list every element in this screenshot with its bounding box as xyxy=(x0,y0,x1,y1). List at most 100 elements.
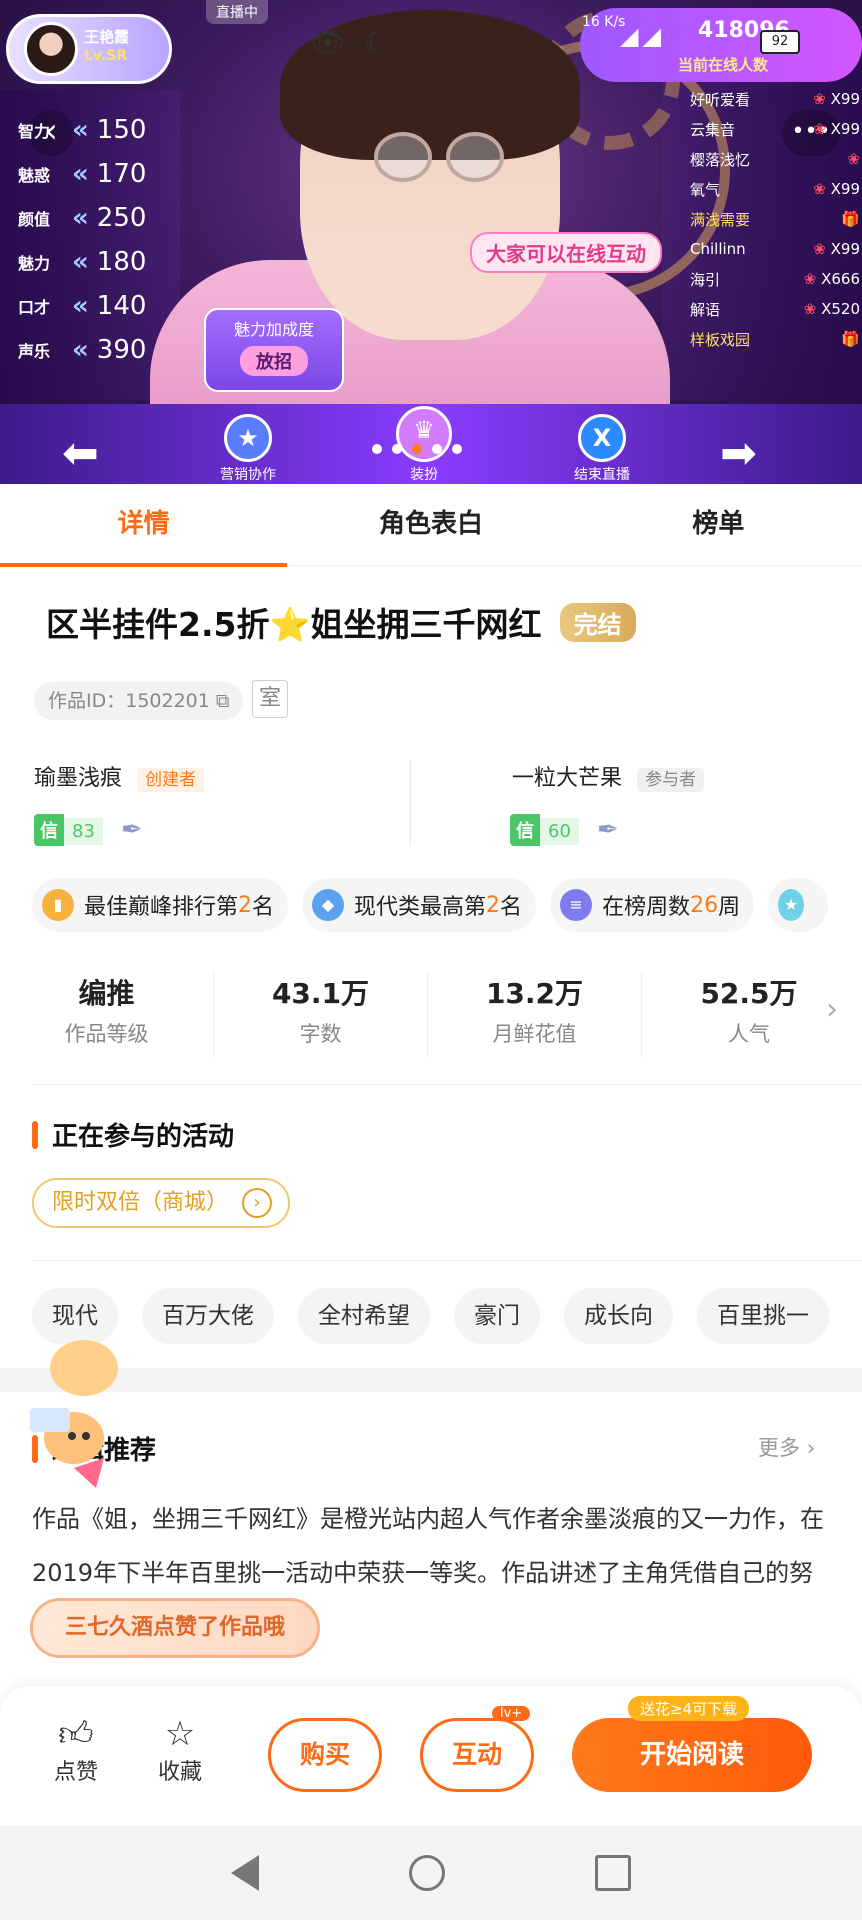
chevron-icon: « xyxy=(72,291,89,321)
star-icon: ★ xyxy=(224,414,272,462)
gift-row: 好听爱看 ❀ X99 xyxy=(690,90,860,109)
achievement-weeks-on-chart[interactable]: ≡ 在榜周数 26 周 xyxy=(550,878,755,932)
gift-row: 海引 ❀ X666 xyxy=(690,270,860,289)
signal-icon: ◢◢ xyxy=(620,22,665,50)
collect-button[interactable]: ☆ 收藏 xyxy=(140,1714,220,1786)
gift-row: 满浅需要 🎁 xyxy=(690,210,860,229)
skill-button[interactable]: 放招 xyxy=(240,346,308,376)
tag-row: 现代 百万大佬 全村希望 豪门 成长向 百里挑一 xyxy=(32,1288,829,1344)
role-tag: 参与者 xyxy=(637,768,705,792)
nav-home-icon[interactable] xyxy=(409,1855,445,1891)
battery-icon: 92 xyxy=(760,30,800,54)
room-icon[interactable]: 室 xyxy=(252,680,288,718)
metrics-row: 编推 作品等级 43.1万 字数 13.2万 月鲜花值 52.5万 人气 xyxy=(0,972,862,1058)
gift-row: Chillinn ❀ X99 xyxy=(690,240,860,258)
start-reading-button[interactable]: 开始阅读 xyxy=(572,1718,812,1792)
metric-word-count: 43.1万 字数 xyxy=(214,972,428,1058)
quill-icon: ✒ xyxy=(120,815,143,845)
rank-banner: 当前在线人数 xyxy=(678,56,769,74)
author-creator[interactable]: 瑜墨浅痕 创建者 xyxy=(34,760,205,792)
star-outline-icon: ☆ xyxy=(164,1714,196,1754)
rose-icon: ❀ xyxy=(813,180,826,198)
chevron-icon: « xyxy=(72,203,89,233)
gift-list: 好听爱看 ❀ X99 云集音 ❀ X99 樱落浅忆 ❀ 氧气 ❀ X99 满浅需要 🎁 C… xyxy=(690,84,860,354)
stat-row: 智力 «150 xyxy=(18,115,147,145)
glasses-left xyxy=(374,132,432,182)
rose-icon: ❀ xyxy=(813,90,826,108)
chevron-icon: « xyxy=(72,335,89,365)
credit-badge: 信 83 xyxy=(34,814,103,846)
arrow-left-icon[interactable]: ⬅ xyxy=(62,428,99,479)
promo-button[interactable]: ★ 营销协作 xyxy=(198,414,298,484)
divider xyxy=(32,1084,862,1085)
stat-row: 魅力 «180 xyxy=(18,247,147,277)
metric-monthly-flowers: 13.2万 月鲜花值 xyxy=(428,972,642,1058)
copy-icon[interactable]: ⧉ xyxy=(216,690,230,712)
tab-ranking[interactable]: 榜单 xyxy=(575,484,862,565)
banner-pager xyxy=(372,444,462,454)
activity-item[interactable]: 限时双倍（商城） › xyxy=(32,1178,291,1228)
achievement-more[interactable]: ★ xyxy=(768,878,829,932)
stat-row: 声乐 «390 xyxy=(18,335,147,365)
work-id[interactable]: 作品ID：1502201 ⧉ xyxy=(34,682,244,720)
credit-badge: 信 60 xyxy=(510,814,579,846)
tab-character-confession[interactable]: 角色表白 xyxy=(287,484,574,565)
stats-panel: 智力 «150 魅惑 «170 颜值 «250 魅力 «180 口才 «140 声乐 «39… xyxy=(18,108,146,372)
star-icon: ★ xyxy=(778,889,805,921)
stat-row: 口才 «140 xyxy=(18,291,147,321)
author-creator-credit: 信 83 ✒ xyxy=(34,814,143,846)
chevron-right-icon[interactable]: › xyxy=(826,992,838,1027)
rose-icon: ❀ xyxy=(813,240,826,258)
tab-details[interactable]: 详情 xyxy=(0,484,288,567)
chat-bubble: 大家可以在线互动 xyxy=(470,232,662,273)
pager-dot xyxy=(452,444,462,454)
pager-dot xyxy=(432,444,442,454)
author-participant[interactable]: 一粒大芒果 参与者 xyxy=(512,760,705,792)
gift-row: 解语 ❀ X520 xyxy=(690,300,860,319)
chart-icon: ▮ xyxy=(42,889,74,921)
bag-icon: ◆ xyxy=(312,889,345,921)
nav-back-icon[interactable] xyxy=(231,1855,259,1891)
like-button[interactable]: 👍︎ 点赞 xyxy=(36,1714,116,1786)
gift-row: 樱落浅忆 ❀ xyxy=(690,150,860,169)
achievement-category-rank[interactable]: ◆ 现代类最高第 2 名 xyxy=(302,878,537,932)
tag-chip[interactable]: 百万大佬 xyxy=(142,1288,274,1344)
skill-panel[interactable]: 魅力加成度 放招 xyxy=(204,308,344,392)
chevron-icon: « xyxy=(72,115,89,145)
tag-chip[interactable]: 豪门 xyxy=(454,1288,540,1344)
more-link[interactable]: 更多 › xyxy=(758,1432,815,1462)
mascot-sticker[interactable] xyxy=(24,1318,144,1518)
author-name: 一粒大芒果 xyxy=(512,766,623,791)
tag-chip[interactable]: 百里挑一 xyxy=(697,1288,829,1344)
gift-box-icon: 🎁 xyxy=(841,330,860,348)
gift-row: 云集音 ❀ X99 xyxy=(690,120,860,139)
tag-chip[interactable]: 全村希望 xyxy=(298,1288,430,1344)
interact-button[interactable]: 互动 xyxy=(420,1718,534,1792)
status-badge: 完结 xyxy=(559,602,636,642)
rose-icon: ❀ xyxy=(803,300,817,318)
network-speed: 16 K/s xyxy=(582,14,626,30)
tag-chip[interactable]: 成长向 xyxy=(564,1288,673,1344)
work-title: 区半挂件2.5折⭐姐坐拥三千网红 完结 xyxy=(46,598,636,646)
rose-icon: ❀ xyxy=(813,120,826,138)
host-avatar[interactable] xyxy=(24,22,78,76)
arrow-right-icon[interactable]: ➡ xyxy=(720,428,757,479)
achievement-peak-rank[interactable]: ▮ 最佳巅峰排行第 2 名 xyxy=(32,878,289,932)
like-toast: 三七久酒点赞了作品哦 xyxy=(30,1598,321,1658)
thumbs-up-icon: 👍︎ xyxy=(58,1714,94,1754)
author-participant-credit: 信 60 ✒ xyxy=(510,814,619,846)
end-live-button[interactable]: X 结束直播 xyxy=(552,414,652,484)
host-name: 王艳霞 xyxy=(84,28,130,46)
rose-icon: ❀ xyxy=(847,150,860,168)
gift-row: 样板戏园 🎁 xyxy=(690,330,860,349)
divider xyxy=(410,760,411,846)
quill-icon: ✒ xyxy=(596,815,619,845)
section-activities: 正在参与的活动 xyxy=(32,1116,234,1153)
buy-button[interactable]: 购买 xyxy=(268,1718,382,1792)
download-tip: 送花≥4可下载 xyxy=(628,1696,750,1721)
close-icon: X xyxy=(578,414,626,462)
metric-level: 编推 作品等级 xyxy=(0,972,214,1058)
nav-recent-icon[interactable] xyxy=(595,1855,631,1891)
host-level: Lv.SR xyxy=(84,48,128,64)
chevron-right-icon: › xyxy=(242,1188,273,1218)
